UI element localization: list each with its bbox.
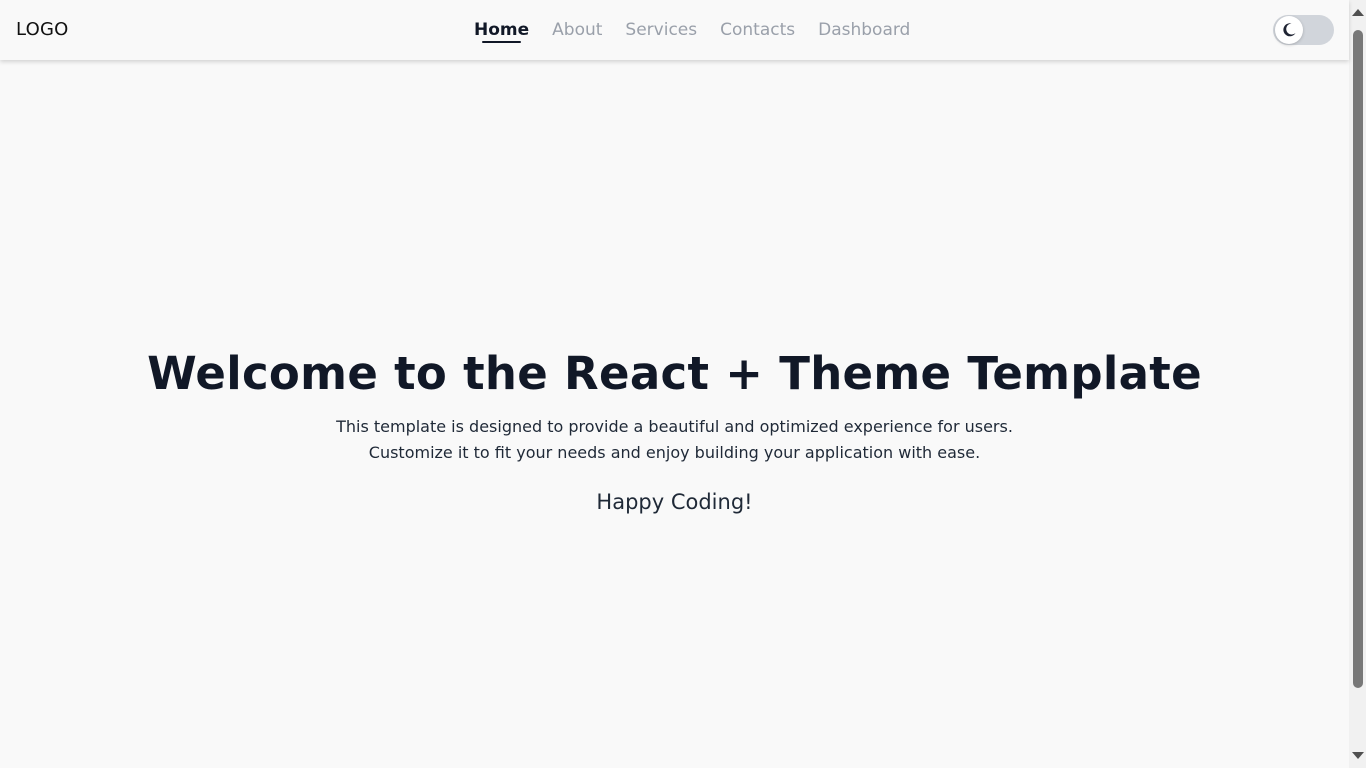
hero-tagline: Happy Coding! (596, 490, 753, 514)
scroll-down-arrow-icon[interactable] (1352, 752, 1364, 759)
hero-description-line-1: This template is designed to provide a b… (336, 417, 1013, 436)
nav-link-dashboard[interactable]: Dashboard (818, 20, 910, 40)
nav-link-services[interactable]: Services (625, 20, 697, 40)
hero-description: This template is designed to provide a b… (0, 414, 1349, 466)
content-area: LOGO Home About Services Contacts Dashbo… (0, 0, 1349, 768)
toggle-knob (1275, 16, 1303, 44)
nav-link-home[interactable]: Home (474, 20, 529, 43)
nav-link-contacts[interactable]: Contacts (720, 20, 795, 40)
hero-title: Welcome to the React + Theme Template (147, 347, 1202, 400)
nav-link-about[interactable]: About (552, 20, 602, 40)
navbar: LOGO Home About Services Contacts Dashbo… (0, 0, 1349, 60)
theme-toggle[interactable] (1273, 15, 1334, 45)
scroll-up-arrow-icon[interactable] (1352, 9, 1364, 16)
hero-section: Welcome to the React + Theme Template Th… (0, 340, 1349, 518)
logo[interactable]: LOGO (16, 0, 68, 60)
vertical-scrollbar[interactable] (1349, 0, 1366, 768)
main-nav: Home About Services Contacts Dashboard (474, 0, 910, 60)
scroll-thumb[interactable] (1353, 30, 1363, 688)
hero-description-line-2: Customize it to fit your needs and enjoy… (368, 443, 981, 462)
moon-icon (1283, 23, 1296, 37)
page: LOGO Home About Services Contacts Dashbo… (0, 0, 1366, 768)
